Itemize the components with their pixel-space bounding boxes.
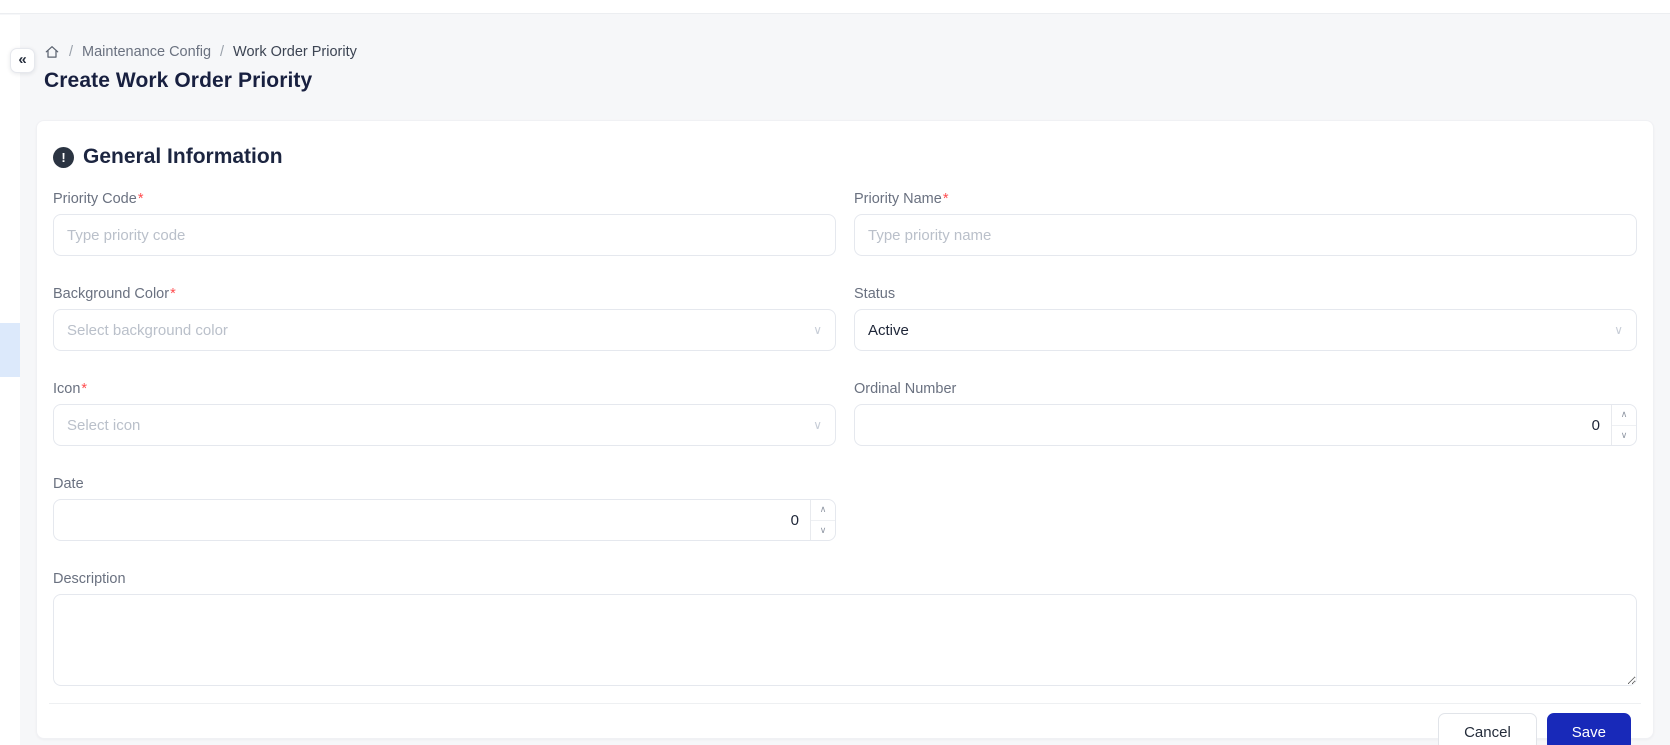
required-mark: * <box>81 381 88 397</box>
field-ordinal-number: Ordinal Number ∧ ∨ <box>854 381 1637 446</box>
status-select-value: Active <box>868 321 909 339</box>
spinner-up-button[interactable]: ∧ <box>811 500 835 521</box>
required-mark: * <box>137 191 144 207</box>
form-grid: Priority Code* Priority Name* Background… <box>53 191 1637 686</box>
icon-select-placeholder: Select icon <box>67 416 141 434</box>
breadcrumb: / Maintenance Config / Work Order Priori… <box>44 44 1670 60</box>
field-status: Status Active ∨ <box>854 286 1637 351</box>
page-title: Create Work Order Priority <box>44 69 313 92</box>
main-content: / Maintenance Config / Work Order Priori… <box>20 15 1670 745</box>
breadcrumb-item-work-order-priority: Work Order Priority <box>233 44 357 60</box>
collapse-sidebar-button[interactable]: « <box>10 48 35 73</box>
description-textarea[interactable] <box>53 594 1637 686</box>
section-title: General Information <box>83 145 283 168</box>
date-input-wrap: ∧ ∨ <box>53 499 836 541</box>
ordinal-number-input[interactable] <box>855 405 1636 445</box>
top-bar <box>0 0 1670 14</box>
field-description: Description <box>53 571 1637 686</box>
field-priority-name: Priority Name* <box>854 191 1637 256</box>
field-background-color: Background Color* Select background colo… <box>53 286 836 351</box>
ordinal-number-label: Ordinal Number <box>854 381 957 397</box>
chevron-down-icon: ∨ <box>813 323 822 337</box>
chevron-down-icon: ∨ <box>1620 429 1628 440</box>
home-icon[interactable] <box>44 44 60 60</box>
priority-name-input[interactable] <box>854 214 1637 256</box>
form-card: ! General Information Priority Code* Pri… <box>36 120 1654 745</box>
ordinal-number-input-wrap: ∧ ∨ <box>854 404 1637 446</box>
priority-code-label: Priority Code* <box>53 191 144 207</box>
collapsed-sidebar <box>0 15 20 745</box>
description-label: Description <box>53 571 126 587</box>
spinner-down-button[interactable]: ∨ <box>1612 425 1636 445</box>
chevron-up-icon: ∧ <box>1620 409 1628 420</box>
chevrons-left-icon: « <box>18 51 27 68</box>
section-header: ! General Information <box>53 145 1637 169</box>
priority-name-label: Priority Name* <box>854 191 949 207</box>
ordinal-number-spinner: ∧ ∨ <box>1611 405 1636 445</box>
date-label: Date <box>53 476 84 492</box>
date-spinner: ∧ ∨ <box>810 500 835 540</box>
status-select[interactable]: Active ∨ <box>854 309 1637 351</box>
spinner-up-button[interactable]: ∧ <box>1612 405 1636 426</box>
chevron-down-icon: ∨ <box>819 524 827 535</box>
priority-code-input[interactable] <box>53 214 836 256</box>
cancel-button[interactable]: Cancel <box>1438 713 1537 745</box>
background-color-label: Background Color* <box>53 286 176 302</box>
exclamation-circle-icon: ! <box>53 146 74 168</box>
field-icon: Icon* Select icon ∨ <box>53 381 836 446</box>
chevron-up-icon: ∧ <box>819 504 827 515</box>
required-mark: * <box>170 286 176 302</box>
background-color-select[interactable]: Select background color ∨ <box>53 309 836 351</box>
breadcrumb-item-maintenance-config[interactable]: Maintenance Config <box>82 44 211 60</box>
status-label: Status <box>854 286 896 302</box>
field-empty-slot <box>854 476 1637 541</box>
icon-label: Icon* <box>53 381 88 397</box>
save-button[interactable]: Save <box>1546 713 1631 745</box>
chevron-down-icon: ∨ <box>813 418 822 432</box>
date-input[interactable] <box>54 500 835 540</box>
sidebar-active-item[interactable] <box>0 323 20 377</box>
required-mark: * <box>942 191 949 207</box>
field-date: Date ∧ ∨ <box>53 476 836 541</box>
spinner-down-button[interactable]: ∨ <box>811 520 835 540</box>
breadcrumb-separator: / <box>220 44 225 60</box>
icon-select[interactable]: Select icon ∨ <box>53 404 836 446</box>
background-color-select-placeholder: Select background color <box>67 321 228 339</box>
card-footer: Cancel Save <box>53 704 1637 745</box>
chevron-down-icon: ∨ <box>1614 323 1623 337</box>
breadcrumb-separator: / <box>69 44 74 60</box>
field-priority-code: Priority Code* <box>53 191 836 256</box>
